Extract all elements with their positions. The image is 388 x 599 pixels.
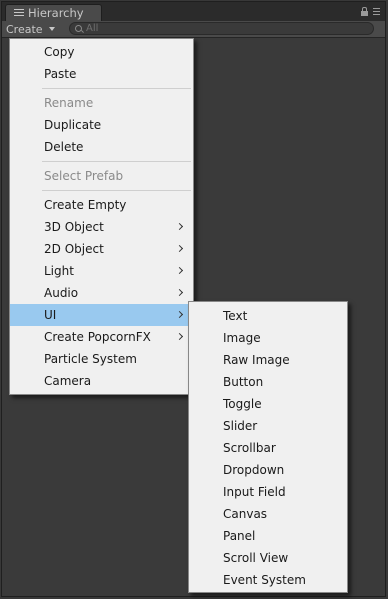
menu-item-label: Paste bbox=[44, 67, 77, 81]
ui-submenu: Text Image Raw Image Button Toggle Slide… bbox=[188, 301, 348, 593]
menu-separator bbox=[42, 190, 191, 191]
submenu-item-toggle[interactable]: Toggle bbox=[189, 393, 347, 415]
submenu-item-label: Panel bbox=[223, 529, 256, 543]
menu-item-ui[interactable]: UI bbox=[10, 304, 193, 326]
submenu-item-panel[interactable]: Panel bbox=[189, 525, 347, 547]
create-menu: Copy Paste Rename Duplicate Delete Selec… bbox=[9, 38, 194, 395]
menu-item-delete[interactable]: Delete bbox=[10, 136, 193, 158]
menu-item-label: Select Prefab bbox=[44, 169, 124, 183]
tab-menu-icon[interactable] bbox=[373, 8, 380, 15]
submenu-item-label: Scrollbar bbox=[223, 441, 276, 455]
menu-item-paste[interactable]: Paste bbox=[10, 63, 193, 85]
menu-item-select-prefab: Select Prefab bbox=[10, 165, 193, 187]
menu-item-particle-system[interactable]: Particle System bbox=[10, 348, 193, 370]
chevron-right-icon bbox=[175, 288, 184, 297]
menu-item-label: Create Empty bbox=[44, 198, 127, 212]
lock-icon[interactable] bbox=[361, 7, 368, 16]
menu-item-label: Particle System bbox=[44, 352, 137, 366]
tab-hierarchy[interactable]: Hierarchy bbox=[5, 4, 102, 21]
menu-item-copy[interactable]: Copy bbox=[10, 41, 193, 63]
menu-item-create-popcornfx[interactable]: Create PopcornFX bbox=[10, 326, 193, 348]
submenu-item-label: Slider bbox=[223, 419, 258, 433]
submenu-item-label: Image bbox=[223, 331, 261, 345]
menu-item-create-empty[interactable]: Create Empty bbox=[10, 194, 193, 216]
submenu-item-image[interactable]: Image bbox=[189, 327, 347, 349]
menu-separator bbox=[42, 88, 191, 89]
submenu-item-dropdown[interactable]: Dropdown bbox=[189, 459, 347, 481]
submenu-item-button[interactable]: Button bbox=[189, 371, 347, 393]
create-button-label: Create bbox=[6, 22, 43, 36]
tab-strip: Hierarchy bbox=[2, 2, 385, 21]
chevron-right-icon bbox=[175, 332, 184, 341]
menu-item-light[interactable]: Light bbox=[10, 260, 193, 282]
search-icon bbox=[75, 25, 82, 32]
submenu-item-label: Toggle bbox=[223, 397, 262, 411]
menu-item-label: Copy bbox=[44, 45, 75, 59]
hierarchy-list-icon bbox=[14, 9, 24, 17]
menu-item-duplicate[interactable]: Duplicate bbox=[10, 114, 193, 136]
submenu-item-label: Event System bbox=[223, 573, 306, 587]
submenu-item-raw-image[interactable]: Raw Image bbox=[189, 349, 347, 371]
create-dropdown-button[interactable]: Create bbox=[6, 22, 55, 36]
submenu-item-label: Input Field bbox=[223, 485, 286, 499]
menu-item-2d-object[interactable]: 2D Object bbox=[10, 238, 193, 260]
menu-item-label: 3D Object bbox=[44, 220, 104, 234]
menu-item-3d-object[interactable]: 3D Object bbox=[10, 216, 193, 238]
search-placeholder: All bbox=[86, 23, 99, 34]
chevron-right-icon bbox=[175, 266, 184, 275]
menu-item-label: Rename bbox=[44, 96, 94, 110]
submenu-item-input-field[interactable]: Input Field bbox=[189, 481, 347, 503]
chevron-right-icon bbox=[175, 310, 184, 319]
submenu-item-label: Canvas bbox=[223, 507, 268, 521]
menu-separator bbox=[42, 161, 191, 162]
menu-item-rename: Rename bbox=[10, 92, 193, 114]
submenu-item-slider[interactable]: Slider bbox=[189, 415, 347, 437]
chevron-right-icon bbox=[175, 244, 184, 253]
hierarchy-toolbar: Create All bbox=[2, 21, 385, 38]
menu-item-label: Camera bbox=[44, 374, 92, 388]
menu-item-label: UI bbox=[44, 308, 57, 322]
menu-item-label: Delete bbox=[44, 140, 84, 154]
menu-item-audio[interactable]: Audio bbox=[10, 282, 193, 304]
submenu-item-scrollbar[interactable]: Scrollbar bbox=[189, 437, 347, 459]
tab-hierarchy-label: Hierarchy bbox=[28, 6, 84, 20]
submenu-item-scroll-view[interactable]: Scroll View bbox=[189, 547, 347, 569]
dropdown-arrow-icon bbox=[48, 27, 55, 31]
submenu-item-label: Text bbox=[223, 309, 248, 323]
submenu-item-label: Raw Image bbox=[223, 353, 290, 367]
search-field[interactable]: All bbox=[69, 22, 374, 35]
menu-item-camera[interactable]: Camera bbox=[10, 370, 193, 392]
menu-item-label: Audio bbox=[44, 286, 79, 300]
menu-item-label: 2D Object bbox=[44, 242, 104, 256]
submenu-item-text[interactable]: Text bbox=[189, 305, 347, 327]
submenu-item-label: Button bbox=[223, 375, 264, 389]
submenu-item-label: Dropdown bbox=[223, 463, 285, 477]
submenu-item-label: Scroll View bbox=[223, 551, 289, 565]
chevron-right-icon bbox=[175, 222, 184, 231]
submenu-item-event-system[interactable]: Event System bbox=[189, 569, 347, 591]
menu-item-label: Duplicate bbox=[44, 118, 102, 132]
menu-item-label: Light bbox=[44, 264, 74, 278]
submenu-item-canvas[interactable]: Canvas bbox=[189, 503, 347, 525]
menu-item-label: Create PopcornFX bbox=[44, 330, 151, 344]
